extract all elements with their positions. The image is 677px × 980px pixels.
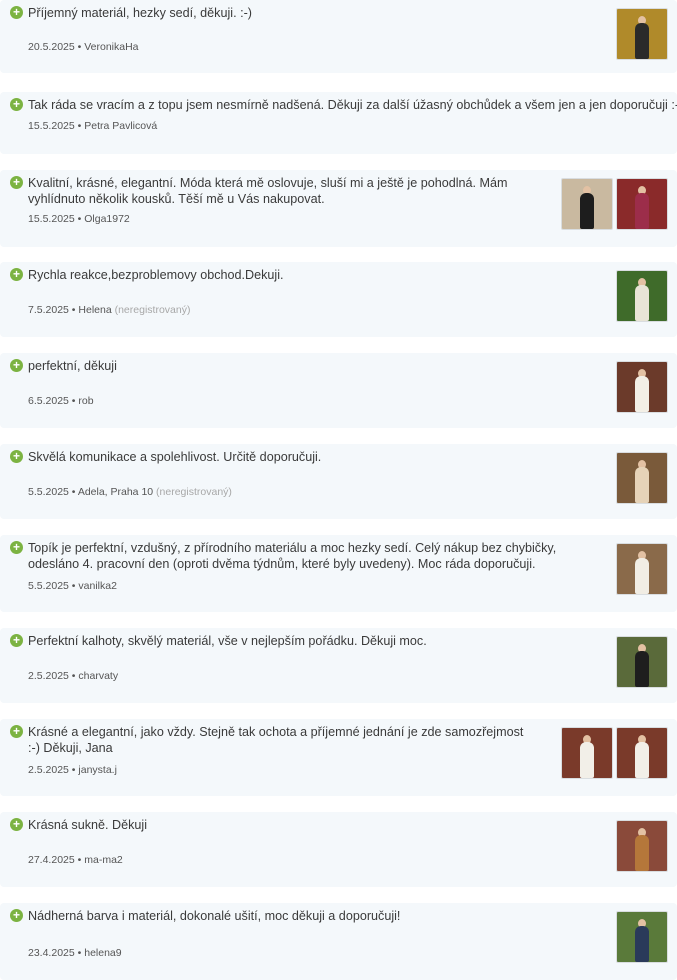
- plus-icon: +: [10, 634, 23, 647]
- review-text: Příjemný materiál, hezky sedí, děkuji. :…: [28, 6, 252, 20]
- review-item: + perfektní, děkuji 6.5.2025 • rob: [0, 353, 677, 428]
- plus-icon: +: [10, 359, 23, 372]
- review-photos: [561, 178, 668, 230]
- plus-icon: +: [10, 6, 23, 19]
- review-author: janysta.j: [78, 764, 117, 776]
- review-author: Adela, Praha 10: [77, 486, 154, 498]
- plus-icon: +: [10, 909, 23, 922]
- review-photos: [616, 270, 668, 322]
- plus-icon: +: [10, 98, 23, 111]
- review-author: vanilka2: [78, 580, 117, 592]
- review-photos: [616, 361, 668, 413]
- review-text: Nádherná barva i materiál, dokonalé ušit…: [28, 909, 401, 923]
- review-photo[interactable]: [616, 178, 668, 230]
- review-text: Krásná sukně. Děkuji: [28, 818, 148, 832]
- review-date: 20.5.2025: [28, 41, 75, 53]
- review-photos: [616, 452, 668, 504]
- review-meta: 6.5.2025 • rob: [28, 395, 94, 407]
- review-photos: [616, 911, 668, 963]
- review-date: 23.4.2025: [28, 947, 75, 959]
- review-meta: 5.5.2025 • Adela, Praha 10 (neregistrova…: [28, 486, 232, 498]
- review-item: + Tak ráda se vracím a z topu jsem nesmí…: [0, 92, 677, 154]
- review-meta: 2.5.2025 • janysta.j: [28, 764, 117, 776]
- review-meta: 20.5.2025 • VeronikaHa: [28, 41, 139, 53]
- review-date: 27.4.2025: [28, 854, 75, 866]
- review-meta: 15.5.2025 • Olga1972: [28, 213, 130, 225]
- review-photo[interactable]: [616, 543, 668, 595]
- review-meta: 23.4.2025 • helena9: [28, 947, 122, 959]
- review-date: 5.5.2025: [28, 580, 69, 592]
- review-text: Krásné a elegantní, jako vždy. Stejně ta…: [28, 725, 524, 755]
- plus-icon: +: [10, 818, 23, 831]
- review-date: 15.5.2025: [28, 120, 75, 132]
- review-text: perfektní, děkuji: [28, 359, 117, 373]
- review-meta: 7.5.2025 • Helena (neregistrovaný): [28, 304, 191, 316]
- review-meta: 15.5.2025 • Petra Pavlicová: [28, 120, 158, 132]
- review-photo[interactable]: [616, 636, 668, 688]
- review-meta: 27.4.2025 • ma-ma2: [28, 854, 123, 866]
- review-author: ma-ma2: [84, 854, 123, 866]
- review-photo[interactable]: [616, 361, 668, 413]
- review-photo[interactable]: [616, 820, 668, 872]
- review-author: VeronikaHa: [84, 41, 139, 53]
- review-date: 2.5.2025: [28, 764, 69, 776]
- review-item: + Rychla reakce,bezproblemovy obchod.Dek…: [0, 262, 677, 337]
- unregistered-label: (neregistrovaný): [114, 304, 191, 316]
- review-item: + Perfektní kalhoty, skvělý materiál, vš…: [0, 628, 677, 703]
- review-photos: [616, 8, 668, 60]
- review-meta: 5.5.2025 • vanilka2: [28, 580, 117, 592]
- plus-icon: +: [10, 725, 23, 738]
- review-text: Perfektní kalhoty, skvělý materiál, vše …: [28, 634, 427, 648]
- review-text: Rychla reakce,bezproblemovy obchod.Dekuj…: [28, 268, 284, 282]
- review-author: charvaty: [78, 670, 119, 682]
- review-photo[interactable]: [616, 911, 668, 963]
- review-item: + Nádherná barva i materiál, dokonalé uš…: [0, 903, 677, 980]
- plus-icon: +: [10, 268, 23, 281]
- review-date: 7.5.2025: [28, 304, 69, 316]
- review-text: Skvělá komunikace a spolehlivost. Určitě…: [28, 450, 322, 464]
- review-date: 5.5.2025: [28, 486, 69, 498]
- review-photos: [616, 543, 668, 595]
- review-author: helena9: [84, 947, 122, 959]
- plus-icon: +: [10, 541, 23, 554]
- plus-icon: +: [10, 176, 23, 189]
- review-text: Kvalitní, krásné, elegantní. Móda která …: [28, 176, 508, 206]
- review-item: + Kvalitní, krásné, elegantní. Móda kter…: [0, 170, 677, 247]
- review-photos: [561, 727, 668, 779]
- review-text: Tak ráda se vracím a z topu jsem nesmírn…: [28, 98, 677, 112]
- review-author: rob: [78, 395, 94, 407]
- review-photo[interactable]: [616, 8, 668, 60]
- review-photos: [616, 636, 668, 688]
- review-date: 15.5.2025: [28, 213, 75, 225]
- review-photo[interactable]: [561, 178, 613, 230]
- review-photos: [616, 820, 668, 872]
- review-item: + Krásné a elegantní, jako vždy. Stejně …: [0, 719, 677, 796]
- review-photo[interactable]: [616, 452, 668, 504]
- review-item: + Krásná sukně. Děkuji 27.4.2025 • ma-ma…: [0, 812, 677, 887]
- review-photo[interactable]: [561, 727, 613, 779]
- review-item: + Příjemný materiál, hezky sedí, děkuji.…: [0, 0, 677, 73]
- review-author: Olga1972: [84, 213, 130, 225]
- review-date: 2.5.2025: [28, 670, 69, 682]
- review-photo[interactable]: [616, 270, 668, 322]
- plus-icon: +: [10, 450, 23, 463]
- review-text: Topík je perfektní, vzdušný, z přírodníh…: [28, 541, 557, 571]
- review-item: + Topík je perfektní, vzdušný, z přírodn…: [0, 535, 677, 612]
- review-author: Helena: [78, 304, 112, 316]
- review-author: Petra Pavlicová: [84, 120, 158, 132]
- review-meta: 2.5.2025 • charvaty: [28, 670, 119, 682]
- review-photo[interactable]: [616, 727, 668, 779]
- review-item: + Skvělá komunikace a spolehlivost. Urči…: [0, 444, 677, 519]
- review-date: 6.5.2025: [28, 395, 69, 407]
- unregistered-label: (neregistrovaný): [156, 486, 232, 498]
